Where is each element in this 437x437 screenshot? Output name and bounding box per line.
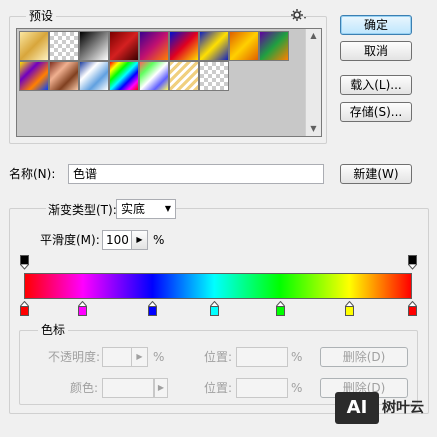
opacity-label: 不透明度: [48, 350, 101, 364]
preset-swatch-transparent-fg[interactable] [49, 31, 79, 61]
watermark-logo-text: AI [346, 397, 368, 418]
arrow-right-icon: ▶ [136, 352, 143, 361]
smoothness-unit: % [153, 233, 165, 247]
smoothness-input[interactable]: 100 [102, 230, 132, 250]
name-label: 名称(N): [9, 167, 56, 181]
presets-legend: 预设 [26, 9, 57, 23]
opacity-unit: % [153, 350, 165, 364]
gradient-type-value: 实底 [121, 202, 146, 216]
preset-swatch-violet-green-orange[interactable] [259, 31, 289, 61]
arrow-right-icon: ▶ [157, 383, 165, 392]
smoothness-label: 平滑度(M): [40, 233, 100, 247]
color-location-input[interactable] [236, 378, 288, 398]
gradient-type-label: 渐变类型(T): [46, 202, 119, 218]
color-stop-6[interactable] [407, 301, 417, 316]
preset-swatch-gold[interactable] [19, 31, 49, 61]
color-swatch[interactable] [102, 378, 154, 398]
gradient-type-select[interactable]: 实底 ▼ [116, 199, 176, 219]
color-swatch-arrow[interactable]: ▶ [154, 378, 168, 398]
color-stops-legend: 色标 [38, 323, 69, 337]
ok-button[interactable]: 确定 [340, 15, 412, 35]
preset-swatch-red-dark[interactable] [109, 31, 139, 61]
preset-swatch-orange-yellow-orange[interactable] [229, 31, 259, 61]
opacity-location-label: 位置: [204, 350, 233, 364]
scroll-up-icon[interactable]: ▲ [306, 29, 321, 43]
preset-swatch-spectrum[interactable] [109, 61, 139, 91]
color-stop-2[interactable] [147, 301, 157, 316]
color-location-unit: % [291, 381, 303, 395]
preset-swatch-blue-red-yellow[interactable] [169, 31, 199, 61]
watermark-brand: 树叶云 [382, 400, 424, 416]
smoothness-slider-button[interactable]: ▶ [131, 230, 148, 250]
cancel-button[interactable]: 取消 [340, 41, 412, 61]
watermark-logo: AI [335, 392, 379, 424]
opacity-input[interactable] [102, 347, 132, 367]
preset-swatch-neutral-density[interactable] [199, 61, 229, 91]
opacity-slider-button[interactable]: ▶ [131, 347, 148, 367]
arrow-right-icon: ▶ [136, 235, 143, 244]
name-input[interactable]: 色谱 [68, 164, 324, 184]
color-stops-track[interactable] [19, 301, 417, 319]
opacity-stop-1[interactable] [407, 255, 417, 270]
preset-swatch-black-white[interactable] [79, 31, 109, 61]
load-button[interactable]: 载入(L)... [340, 75, 412, 95]
color-stop-3[interactable] [209, 301, 219, 316]
color-location-label: 位置: [204, 381, 233, 395]
preset-swatch-chrome[interactable] [79, 61, 109, 91]
chevron-down-icon: ▼ [164, 204, 171, 213]
color-stop-0[interactable] [19, 301, 29, 316]
preset-swatch-transparent-stripes[interactable] [169, 61, 199, 91]
preset-swatch-yellow-violet-orange-blue[interactable] [19, 61, 49, 91]
new-button[interactable]: 新建(W) [340, 164, 412, 184]
preset-swatch-transparent-rainbow[interactable] [139, 61, 169, 91]
opacity-stops-track[interactable] [19, 255, 417, 271]
opacity-stop-0[interactable] [19, 255, 29, 270]
color-label: 颜色: [70, 381, 99, 395]
preset-swatch-copper[interactable] [49, 61, 79, 91]
preset-scrollbar[interactable]: ▲ ▼ [305, 29, 321, 136]
save-button[interactable]: 存储(S)... [340, 102, 412, 122]
gradient-bar[interactable] [24, 273, 412, 299]
color-stop-4[interactable] [275, 301, 285, 316]
gear-icon[interactable] [291, 8, 307, 22]
opacity-location-unit: % [291, 350, 303, 364]
color-stop-1[interactable] [77, 301, 87, 316]
opacity-location-input[interactable] [236, 347, 288, 367]
preset-swatch-violet-orange[interactable] [139, 31, 169, 61]
color-stop-5[interactable] [345, 301, 355, 316]
scroll-down-icon[interactable]: ▼ [306, 122, 321, 136]
delete-opacity-stop-button[interactable]: 删除(D) [320, 347, 408, 367]
preset-swatch-blue-yellow-blue[interactable] [199, 31, 229, 61]
